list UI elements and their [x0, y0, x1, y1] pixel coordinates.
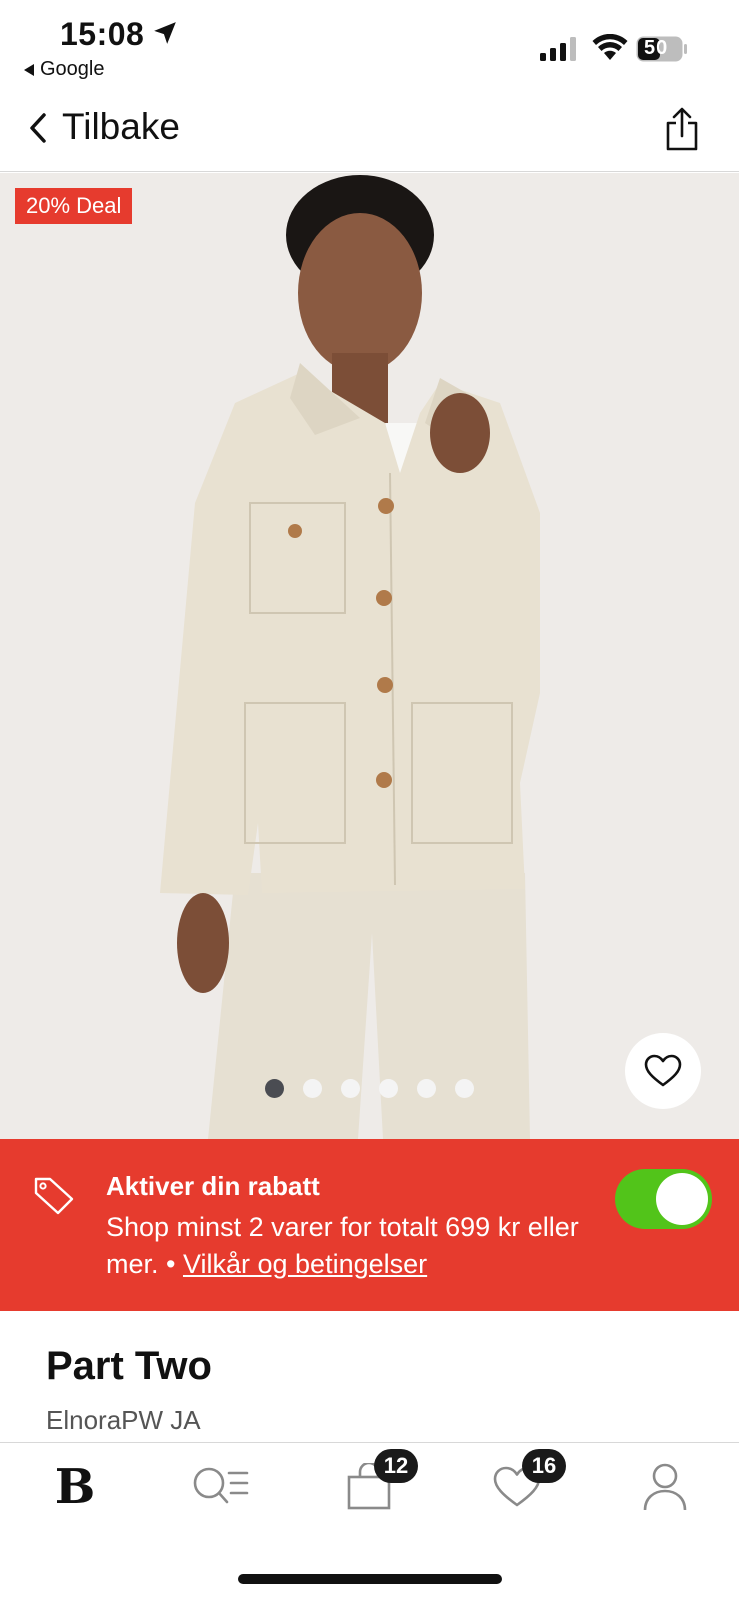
bottom-tab-bar: B 12 16 — [0, 1442, 739, 1600]
favorite-button[interactable] — [625, 1033, 701, 1109]
carousel-dot[interactable] — [379, 1079, 398, 1098]
status-bar: 15:08 Google 50 — [0, 0, 739, 88]
share-icon[interactable] — [664, 106, 700, 152]
back-app-label: Google — [40, 58, 105, 80]
wifi-icon — [592, 34, 628, 60]
carousel-dot[interactable] — [303, 1079, 322, 1098]
promo-description: Shop minst 2 varer for totalt 699 kr ell… — [106, 1209, 586, 1283]
carousel-dot[interactable] — [455, 1079, 474, 1098]
back-button[interactable]: Tilbake — [22, 106, 180, 148]
tab-profile[interactable] — [630, 1457, 700, 1517]
favorites-count-badge: 16 — [522, 1449, 566, 1483]
product-brand[interactable]: Part Two — [46, 1344, 212, 1389]
terms-link[interactable]: Vilkår og betingelser — [183, 1249, 427, 1279]
back-to-app-link[interactable]: Google — [24, 58, 105, 81]
deal-badge: 20% Deal — [15, 188, 133, 224]
cellular-signal-icon — [540, 37, 576, 61]
promo-title: Aktiver din rabatt — [106, 1171, 320, 1201]
cart-count-badge: 12 — [374, 1449, 418, 1483]
heart-icon — [644, 1054, 682, 1087]
brand-logo-icon: B — [54, 1459, 96, 1515]
search-list-icon — [193, 1467, 249, 1504]
user-icon — [643, 1463, 687, 1511]
price-tag-icon — [34, 1177, 74, 1215]
discount-promo-banner: Aktiver din rabatt Shop minst 2 varer fo… — [0, 1139, 739, 1311]
battery-indicator: 50 — [636, 36, 688, 62]
home-indicator — [238, 1574, 502, 1584]
product-photo — [0, 173, 739, 1139]
carousel-indicator — [265, 1079, 474, 1098]
tab-cart[interactable]: 12 — [334, 1449, 418, 1517]
chevron-left-icon — [30, 113, 46, 143]
status-time: 15:08 — [60, 16, 145, 52]
carousel-dot[interactable] — [341, 1079, 360, 1098]
tab-search[interactable] — [186, 1457, 256, 1517]
carousel-dot[interactable] — [265, 1079, 284, 1098]
battery-level: 50 — [644, 37, 669, 59]
back-triangle-icon — [24, 63, 34, 76]
back-label: Tilbake — [62, 106, 180, 147]
toggle-knob — [656, 1173, 708, 1225]
product-name: ElnoraPW JA — [46, 1405, 201, 1435]
tab-home[interactable]: B — [40, 1457, 110, 1517]
location-arrow-icon — [154, 22, 176, 44]
nav-header: Tilbake — [0, 88, 739, 172]
tab-favorites[interactable]: 16 — [482, 1449, 566, 1517]
carousel-dot[interactable] — [417, 1079, 436, 1098]
product-image-carousel[interactable]: 20% Deal — [0, 173, 739, 1139]
discount-toggle[interactable] — [615, 1169, 712, 1229]
